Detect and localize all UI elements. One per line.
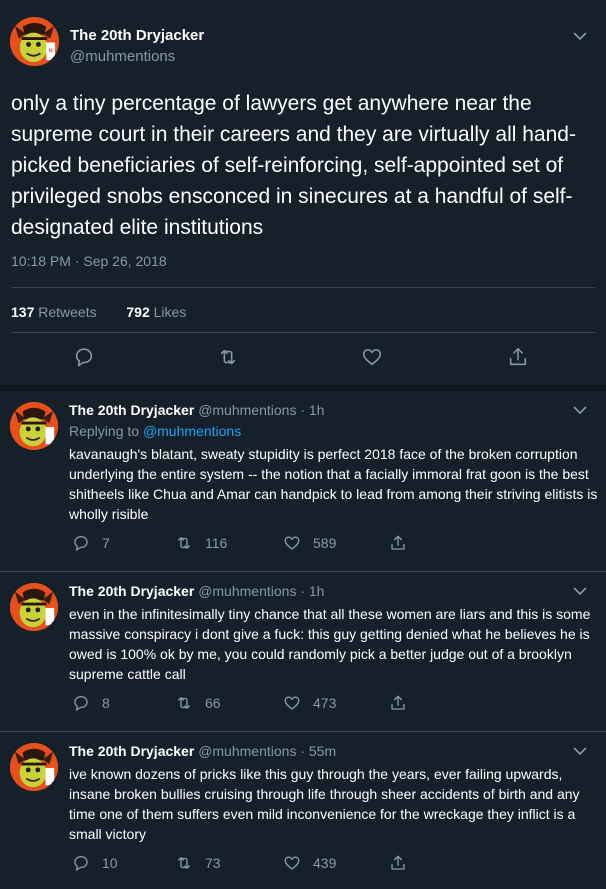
tweet-stats: 137 Retweets 792 Likes [11,304,186,320]
avatar[interactable] [10,402,58,450]
reply-text: even in the infinitesimally tiny chance … [69,606,591,682]
like-count: 473 [313,695,337,711]
retweet-count: 116 [205,535,228,551]
share-button[interactable] [389,533,407,553]
like-icon [284,856,300,870]
reply-button[interactable]: 8 [72,693,110,713]
divider [11,287,595,288]
like-button[interactable]: 473 [283,693,336,713]
share-icon [391,695,405,710]
reply-header: The 20th Dryjacker @muhmentions · 55m [69,743,336,759]
reply-count: 10 [102,855,118,871]
retweet-button[interactable]: 73 [175,853,221,873]
retweet-button[interactable]: 66 [175,693,221,713]
reply-count: 8 [102,695,110,711]
main-tweet: M The 20th Dryjacker @muhmentions only a… [0,0,606,390]
avatar[interactable] [10,743,58,791]
reply-tweet[interactable]: The 20th Dryjacker @muhmentions · 1h Rep… [0,402,606,572]
share-button[interactable] [389,693,407,713]
reply-action-bar: 10 73 439 [69,853,599,873]
share-button[interactable] [389,853,407,873]
chevron-down-icon[interactable] [572,28,588,44]
retweet-count: 73 [205,855,221,871]
like-count: 589 [313,535,337,551]
replying-prefix: Replying to [69,423,140,439]
retweets-label[interactable]: Retweets [38,304,96,320]
reply-action-bar: 7 116 589 [69,533,599,553]
reply-header: The 20th Dryjacker @muhmentions · 1h [69,583,324,599]
retweet-icon [178,697,190,709]
divider [0,731,606,732]
replying-to: Replying to @muhmentions [69,423,241,439]
reply-header: The 20th Dryjacker @muhmentions · 1h [69,402,324,418]
retweet-icon [178,857,190,869]
avatar[interactable]: M [10,17,59,66]
reply-icon [74,695,88,711]
chevron-down-icon[interactable] [572,402,588,418]
replying-to-link[interactable]: @muhmentions [143,423,241,439]
retweet-count: 66 [205,695,221,711]
like-count: 439 [313,855,337,871]
tweet-text: only a tiny percentage of lawyers get an… [11,92,576,239]
reply-action-bar: 8 66 473 [69,693,599,713]
author-handle[interactable]: @muhmentions · 1h [198,583,324,599]
reply-icon[interactable] [73,346,95,368]
like-button[interactable]: 589 [283,533,336,553]
retweet-icon[interactable] [217,346,239,368]
reply-button[interactable]: 10 [72,853,118,873]
chevron-down-icon[interactable] [572,743,588,759]
retweets-count[interactable]: 137 [11,304,34,320]
author-name[interactable]: The 20th Dryjacker [69,743,194,759]
reply-tweet[interactable]: The 20th Dryjacker @muhmentions · 1h eve… [0,583,606,733]
author-handle[interactable]: @muhmentions · 55m [198,743,336,759]
like-icon [284,536,300,550]
reply-icon [74,535,88,551]
divider [0,571,606,572]
svg-text:M: M [49,48,53,54]
likes-label[interactable]: Likes [154,304,187,320]
retweet-button[interactable]: 116 [175,533,227,553]
like-button[interactable]: 439 [283,853,336,873]
like-icon [284,696,300,710]
reply-text: ive known dozens of pricks like this guy… [69,766,580,842]
like-icon[interactable] [361,346,383,368]
divider [11,332,595,333]
tweet-action-bar [0,346,606,372]
retweet-icon [178,537,190,549]
author-name[interactable]: The 20th Dryjacker [70,27,204,44]
reply-text: kavanaugh's blatant, sweaty stupidity is… [69,446,598,522]
reply-tweet[interactable]: The 20th Dryjacker @muhmentions · 55m iv… [0,743,606,889]
avatar[interactable] [10,583,58,631]
thread-separator [0,385,606,391]
chevron-down-icon[interactable] [572,583,588,599]
share-icon [391,855,405,870]
tweet-timestamp[interactable]: 10:18 PM · Sep 26, 2018 [11,253,167,269]
author-handle[interactable]: @muhmentions · 1h [198,402,324,418]
author-name[interactable]: The 20th Dryjacker [69,402,194,418]
share-icon[interactable] [507,346,529,368]
author-name[interactable]: The 20th Dryjacker [69,583,194,599]
likes-count[interactable]: 792 [126,304,149,320]
reply-count: 7 [102,535,110,551]
share-icon [391,535,405,550]
reply-button[interactable]: 7 [72,533,110,553]
reply-icon [74,855,88,871]
author-handle[interactable]: @muhmentions [70,48,175,65]
